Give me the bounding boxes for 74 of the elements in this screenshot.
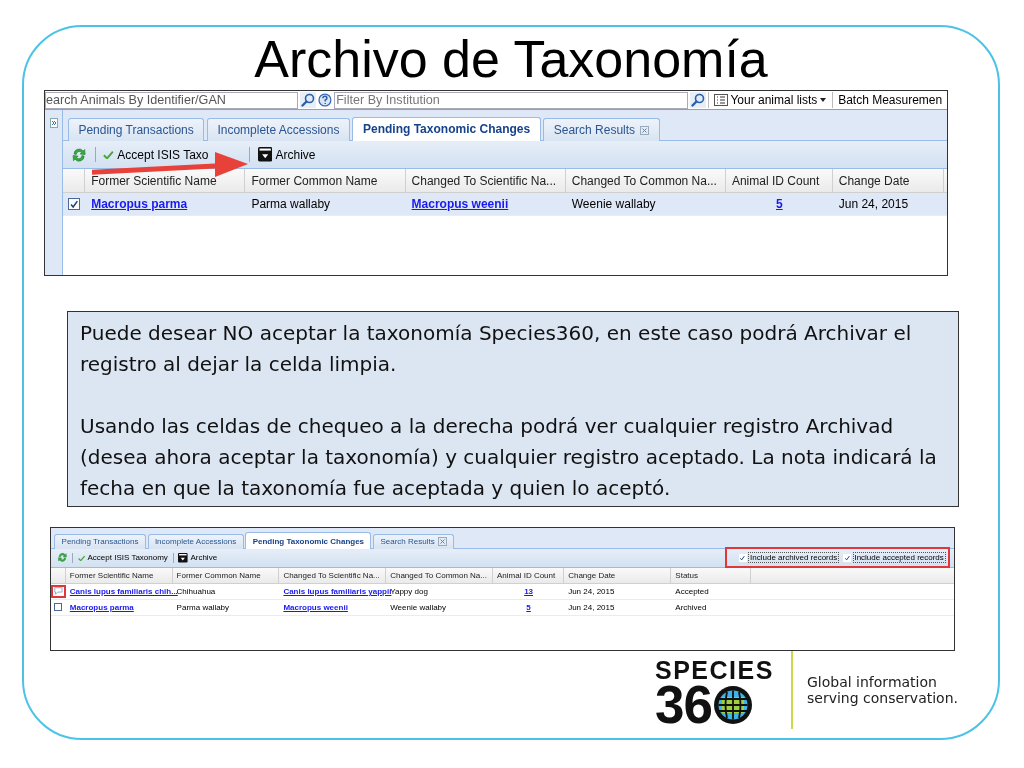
table-cell-text: Weenie wallaby	[389, 601, 448, 614]
column-header[interactable]: Former Scientific Name	[65, 567, 173, 583]
tab[interactable]: Pending Transactions	[54, 533, 146, 549]
refresh-icon	[71, 146, 88, 163]
check-icon	[77, 554, 86, 561]
table-cell-text: Weenie wallaby	[570, 196, 657, 214]
table-link[interactable]: Macropus parma	[91, 197, 188, 212]
list-icon	[714, 94, 729, 106]
refresh-button[interactable]	[55, 552, 69, 564]
tab[interactable]: Pending Transactions	[67, 118, 205, 142]
filter-field[interactable]: Filter By Institution	[333, 91, 689, 109]
table-link[interactable]: Canis lupus familiaris yappii	[283, 586, 392, 596]
column-header[interactable]: Changed To Common Na...	[565, 169, 726, 192]
tab[interactable]: Pending Taxonomic Changes	[352, 116, 541, 142]
table-link[interactable]: Macropus weenii	[411, 197, 509, 212]
archive-button[interactable]: Archive	[176, 553, 219, 563]
accept-button[interactable]: Accept ISIS Taxo	[100, 147, 245, 162]
slide-title: Archivo de Taxonomía	[254, 29, 768, 89]
tab[interactable]: Search Results	[543, 118, 660, 142]
table-link[interactable]: Macropus weenii	[283, 602, 348, 612]
caret-icon	[819, 98, 826, 102]
column-header[interactable]: Changed To Scientific Na...	[279, 567, 387, 583]
checkbox[interactable]	[843, 553, 852, 562]
archive-icon	[257, 147, 272, 162]
tab[interactable]: Search Results	[373, 533, 455, 549]
column-header[interactable]: Changed To Scientific Na...	[405, 169, 566, 192]
checkbox-label: Include accepted records	[852, 552, 946, 564]
table-row[interactable]: Macropus parma Parma wallaby Macropus weenii Weenie wallaby 5 Jun 24, 2015	[63, 193, 947, 217]
tab[interactable]: Pending Taxonomic Changes	[245, 532, 372, 549]
logo-tagline: serving conservation.	[807, 690, 958, 706]
close-icon[interactable]	[437, 537, 447, 547]
callout-text: Usando las celdas de chequeo a la derecha podrá ver cualquier registro Archivad (desea ahora aceptar la taxonomía) y cualquier registro aceptado. La nota indicará la fecha en que la taxonomía fue aceptada y quien lo aceptó.	[80, 413, 938, 502]
checkbox[interactable]	[54, 603, 63, 612]
table-cell-text: Accepted	[674, 585, 710, 598]
table-cell-text: Parma wallaby	[250, 196, 332, 214]
column-header[interactable]: Former Common Name	[172, 567, 280, 583]
column-header[interactable]: Change Date	[564, 567, 672, 583]
globe-icon	[712, 685, 753, 725]
table-cell-text: Jun 24, 2015	[567, 601, 616, 614]
table-cell-text: Archived	[674, 601, 708, 614]
column-header[interactable]: Animal ID Count	[725, 169, 833, 192]
logo-wordmark: SPECIES	[655, 657, 774, 683]
column-header[interactable]: Changed To Common Na...	[386, 567, 493, 583]
archive-icon	[178, 553, 189, 563]
table-cell-text: Parma wallaby	[175, 601, 231, 614]
table-row[interactable]: Canis lupus familiaris chih...Chihuahua Canis lupus familiaris yappiiYappy dog 13 Jun 24, 2015 Accepted	[51, 583, 954, 600]
tab[interactable]: Incomplete Accessions	[147, 533, 244, 549]
checkbox[interactable]	[738, 553, 747, 562]
table-cell-text: Jun 24, 2015	[567, 585, 616, 598]
search-field[interactable]: earch Animals By Identifier/GAN	[45, 91, 299, 109]
column-header[interactable]: Change Date	[832, 169, 945, 192]
checkbox[interactable]	[68, 198, 81, 211]
table-link[interactable]: 13	[524, 586, 534, 596]
close-icon[interactable]	[639, 125, 649, 135]
expand-icon[interactable]	[49, 118, 58, 129]
logo-tagline: Global information	[807, 674, 937, 690]
logo-number: 36	[655, 683, 712, 727]
tab[interactable]: Incomplete Accessions	[206, 118, 351, 142]
table-link[interactable]: Macropus parma	[69, 602, 134, 612]
check-icon	[102, 149, 114, 160]
table-row[interactable]: Macropus parma Parma wallaby Macropus weenii Weenie wallaby 5 Jun 24, 2015 Archived	[51, 599, 954, 616]
checkbox-label: Include archived records	[748, 552, 840, 564]
accept-button[interactable]: Accept ISIS Taxonomy	[76, 553, 170, 563]
column-header[interactable]: Animal ID Count	[493, 567, 565, 583]
table-link[interactable]: 5	[776, 197, 783, 212]
table-cell-text: Jun 24, 2015	[837, 196, 910, 214]
column-header[interactable]: Former Common Name	[245, 169, 406, 192]
column-header[interactable]: Status	[671, 567, 752, 583]
table-link[interactable]: 5	[526, 602, 531, 612]
refresh-icon	[56, 552, 68, 564]
callout-text: Puede desear NO aceptar la taxonomía Species360, en este caso podrá Archivar el registro al dejar la celda limpia.	[80, 320, 913, 378]
table-link[interactable]: Canis lupus familiaris chih...	[69, 586, 178, 596]
archive-button[interactable]: Archive	[255, 147, 318, 162]
help-icon[interactable]	[318, 93, 333, 107]
